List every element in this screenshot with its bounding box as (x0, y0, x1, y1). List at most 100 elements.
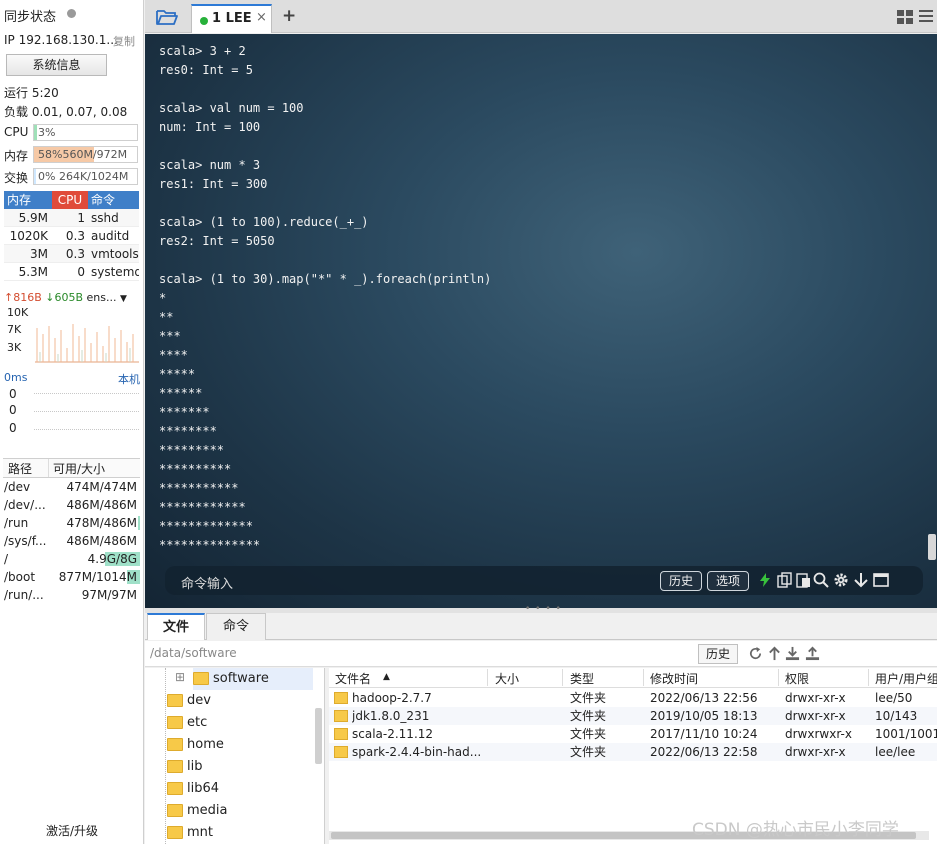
menu-icon[interactable] (919, 9, 933, 23)
disk-path: / (4, 552, 9, 566)
file-row[interactable]: hadoop-2.7.7 文件夹 2022/06/13 22:56 drwxr-xr-… (329, 689, 937, 707)
file-type: 文件夹 (570, 691, 607, 705)
process-row[interactable]: 1020K 0.3 auditd (4, 227, 139, 245)
col-mtime[interactable]: 修改时间 (650, 670, 698, 687)
disk-size: 877M/1014M (58, 570, 137, 584)
proc-col-cmd[interactable]: 命令 (88, 191, 139, 209)
cpu-meter: CPU 3% (4, 124, 138, 141)
folder-icon (167, 782, 183, 795)
up-directory-icon[interactable] (767, 646, 782, 661)
download-icon[interactable] (785, 646, 800, 661)
chevron-down-icon[interactable]: ▼ (120, 294, 127, 304)
folder-icon (167, 804, 183, 817)
swap-meter-fill (34, 169, 36, 184)
process-row[interactable]: 3M 0.3 vmtools (4, 245, 139, 263)
current-path-input[interactable]: /data/software (150, 646, 237, 660)
col-owner[interactable]: 用户/用户组 (875, 670, 937, 687)
tree-item-software[interactable]: software (193, 668, 313, 690)
activate-upgrade-link[interactable]: 激活/升级 (0, 822, 144, 839)
window-icon[interactable] (873, 572, 889, 588)
session-tab[interactable]: 1 LEE × (191, 4, 272, 33)
terminal-line: res2: Int = 5050 (159, 234, 275, 248)
file-owner: 10/143 (875, 709, 918, 723)
copy-icon[interactable] (777, 572, 793, 588)
terminal-scrollbar[interactable] (928, 534, 936, 560)
latency-chart: 0 0 0 (4, 387, 139, 437)
search-icon[interactable] (813, 572, 829, 588)
expand-icon[interactable]: ⊞ (175, 670, 185, 684)
folder-icon (193, 672, 209, 685)
command-input[interactable]: 命令输入 (181, 573, 233, 592)
proc-col-cpu[interactable]: CPU (52, 191, 88, 209)
terminal-line: ************ (159, 500, 246, 514)
terminal-line: scala> (1 to 100).reduce(_+_) (159, 215, 369, 229)
process-row[interactable]: 5.9M 1 sshd (4, 209, 139, 227)
arrow-down-icon[interactable] (853, 572, 869, 588)
terminal-line: res1: Int = 300 (159, 177, 268, 191)
process-cpu: 0 (77, 265, 85, 279)
file-row[interactable]: jdk1.8.0_231 文件夹 2019/10/05 18:13 drwxr-xr-… (329, 707, 937, 725)
col-permission[interactable]: 权限 (785, 670, 809, 687)
add-tab-icon[interactable]: + (282, 6, 296, 26)
history-button[interactable]: 历史 (660, 571, 702, 591)
file-row[interactable]: scala-2.11.12 文件夹 2017/11/10 10:24 drwxrwxr… (329, 725, 937, 743)
file-panel-tabs: 文件 命令 (145, 613, 937, 640)
tree-item-label: etc (187, 715, 208, 730)
disk-path: /boot (4, 570, 36, 584)
network-spark-bars (35, 324, 139, 363)
file-owner: lee/lee (875, 745, 916, 759)
disk-col-size: 可用/大小 (53, 462, 106, 476)
path-history-button[interactable]: 历史 (698, 644, 738, 664)
watermark: CSDN @热心市民小李同学 (692, 820, 899, 840)
cpu-value: 3% (38, 126, 56, 139)
col-type[interactable]: 类型 (570, 670, 594, 687)
load-text: 负载 0.01, 0.07, 0.08 (4, 105, 128, 119)
process-row[interactable]: 5.3M 0 systemd (4, 263, 139, 281)
tree-item-label: software (213, 671, 269, 686)
proc-col-mem[interactable]: 内存 (4, 191, 52, 209)
terminal-line: ***** (159, 367, 196, 381)
disk-table-header: 路径 可用/大小 (3, 458, 140, 478)
sync-status-dot-icon (67, 9, 76, 18)
terminal-line: **** (159, 348, 188, 362)
gear-icon[interactable] (833, 572, 849, 588)
file-row[interactable]: spark-2.4.4-bin-had... 文件夹 2022/06/13 22:5… (329, 743, 937, 761)
disk-row: /dev 474M/474M (3, 478, 140, 496)
refresh-icon[interactable] (748, 646, 763, 661)
folder-icon (167, 738, 183, 751)
close-icon[interactable]: × (256, 10, 267, 25)
terminal-line: * (159, 291, 167, 305)
system-info-button[interactable]: 系统信息 (6, 54, 107, 76)
lightning-icon[interactable] (757, 572, 773, 588)
tree-scrollbar[interactable] (315, 708, 322, 764)
terminal-line: ** (159, 310, 174, 324)
upload-icon[interactable] (805, 646, 820, 661)
col-filename[interactable]: 文件名 (335, 670, 371, 687)
terminal-pane[interactable]: scala> 3 + 2 res0: Int = 5 scala> val num … (145, 34, 937, 608)
cpu-label: CPU (4, 125, 29, 139)
open-folder-icon[interactable] (155, 7, 179, 27)
options-button[interactable]: 选项 (707, 571, 749, 591)
terminal-line: ************* (159, 519, 253, 533)
disk-size: 486M/486M (66, 498, 137, 512)
latency-target[interactable]: 本机 (118, 371, 140, 387)
tab-commands[interactable]: 命令 (206, 613, 266, 640)
memory-label: 内存 (4, 149, 29, 163)
process-cpu: 0.3 (65, 229, 85, 243)
file-mtime: 2022/06/13 22:56 (650, 691, 758, 705)
folder-icon (167, 760, 183, 773)
layout-grid-icon[interactable] (897, 10, 913, 24)
swap-value: 0% 264K/1024M (38, 170, 129, 183)
terminal-output: scala> 3 + 2 res0: Int = 5 scala> val num … (159, 42, 491, 555)
col-size[interactable]: 大小 (495, 670, 519, 687)
disk-row: /boot 877M/1014M (3, 568, 140, 586)
tab-files[interactable]: 文件 (147, 613, 205, 640)
file-type: 文件夹 (570, 709, 607, 723)
disk-row: /dev/... 486M/486M (3, 496, 140, 514)
net-interface-select[interactable]: ens... (87, 291, 117, 304)
paste-icon[interactable] (795, 572, 811, 588)
network-header: ↑816B ↓605B ens... ▼ (4, 291, 140, 306)
copy-ip-link[interactable]: 复制 (113, 33, 135, 49)
